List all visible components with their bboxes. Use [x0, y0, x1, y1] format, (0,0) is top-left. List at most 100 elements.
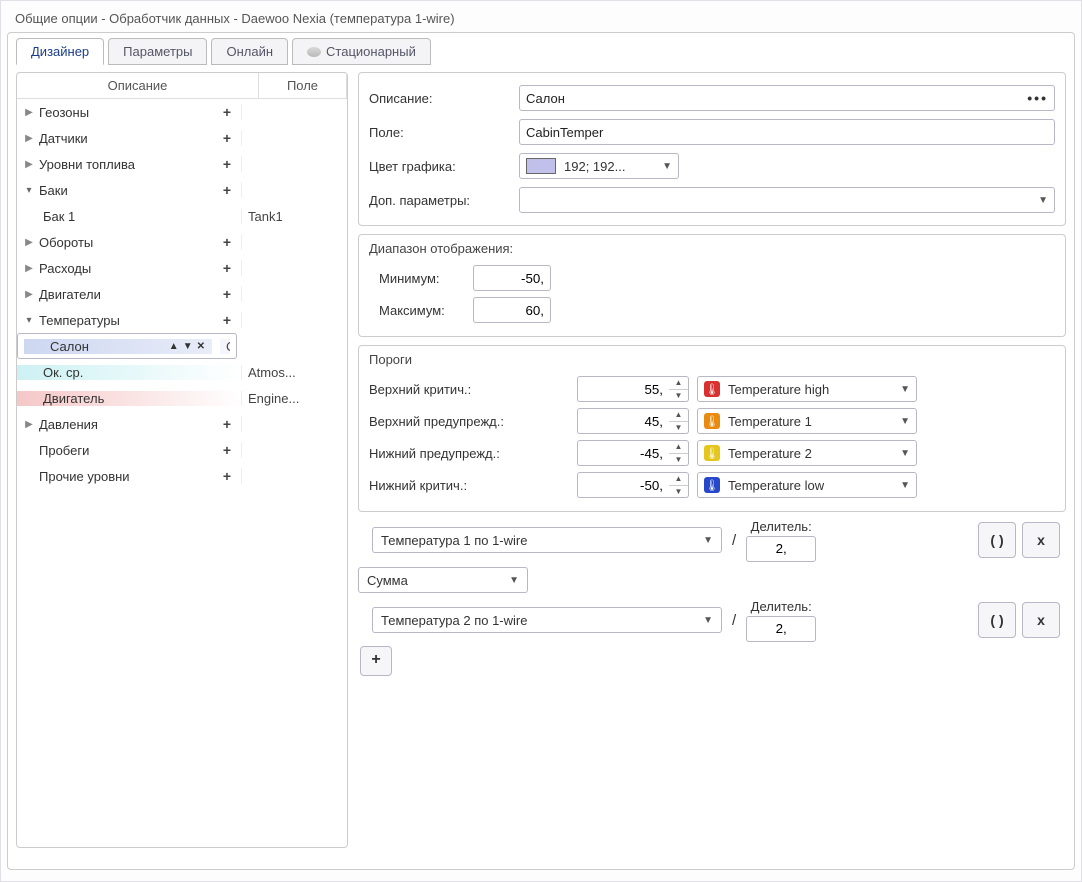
col-header-description[interactable]: Описание	[17, 73, 259, 98]
tree-salon[interactable]: Салон	[50, 339, 89, 354]
tree-pressure[interactable]: Давления	[39, 417, 98, 432]
tree-cons[interactable]: Расходы	[39, 261, 91, 276]
add-icon[interactable]: +	[223, 312, 231, 328]
upper-crit-select[interactable]: 🌡Temperature high▼	[697, 376, 917, 402]
move-down-icon[interactable]: ▼	[183, 341, 193, 352]
tree-fuellevels[interactable]: Уровни топлива	[39, 157, 135, 172]
label-description: Описание:	[369, 91, 519, 106]
expand-icon[interactable]: ▶	[23, 419, 35, 430]
divider1-input[interactable]	[746, 536, 816, 562]
label-chart-color: Цвет графика:	[369, 159, 519, 174]
aggregation-dropdown[interactable]: Сумма▼	[358, 567, 528, 593]
add-icon[interactable]: +	[223, 442, 231, 458]
tree-engine-field: Engine...	[242, 391, 347, 406]
tree-sensors[interactable]: Датчики	[39, 131, 88, 146]
tree-salon-field: CabinT...	[220, 339, 230, 354]
description-input[interactable]: Салон•••	[519, 85, 1055, 111]
add-icon[interactable]: +	[223, 104, 231, 120]
tree-other[interactable]: Прочие уровни	[39, 469, 130, 484]
lower-warn-value[interactable]	[577, 440, 669, 466]
add-formula-button[interactable]: +	[360, 646, 392, 676]
add-icon[interactable]: +	[223, 182, 231, 198]
tree-ambient[interactable]: Ок. ср.	[43, 365, 83, 380]
tab-designer[interactable]: Дизайнер	[16, 38, 104, 65]
remove-button[interactable]: x	[1022, 602, 1060, 638]
chevron-down-icon: ▼	[900, 480, 910, 491]
expand-icon[interactable]: ▶	[23, 133, 35, 144]
chevron-down-icon: ▼	[900, 416, 910, 427]
spin-down-icon[interactable]: ▼	[669, 422, 688, 434]
add-icon[interactable]: +	[223, 130, 231, 146]
upper-crit-value[interactable]	[577, 376, 669, 402]
collapse-icon[interactable]: ▾	[23, 185, 35, 196]
upper-warn-select-text: Temperature 1	[728, 414, 812, 429]
lower-warn-select[interactable]: 🌡Temperature 2▼	[697, 440, 917, 466]
spin-down-icon[interactable]: ▼	[669, 454, 688, 466]
tree-temps[interactable]: Температуры	[39, 313, 120, 328]
tree-rpm[interactable]: Обороты	[39, 235, 93, 250]
expand-icon[interactable]: ▶	[23, 237, 35, 248]
tree-geozones[interactable]: Геозоны	[39, 105, 89, 120]
ellipsis-button[interactable]: •••	[1027, 90, 1048, 106]
add-icon[interactable]: +	[223, 286, 231, 302]
add-icon[interactable]: +	[223, 468, 231, 484]
addparams-dropdown[interactable]: ▼	[519, 187, 1055, 213]
spin-up-icon[interactable]: ▲	[669, 377, 688, 390]
tabs: Дизайнер Параметры Онлайн Стационарный	[16, 38, 1066, 65]
divider-label: Делитель:	[751, 599, 812, 614]
collapse-icon[interactable]: ▾	[23, 315, 35, 326]
add-icon[interactable]: +	[223, 156, 231, 172]
add-icon[interactable]: +	[223, 260, 231, 276]
paren-button[interactable]: ( )	[978, 522, 1016, 558]
delete-icon[interactable]: ✕	[197, 341, 205, 352]
tree-ambient-field: Atmos...	[242, 365, 347, 380]
spin-down-icon[interactable]: ▼	[669, 390, 688, 402]
move-up-icon[interactable]: ▲	[169, 341, 179, 352]
max-input[interactable]	[473, 297, 551, 323]
formula-source1-dropdown[interactable]: Температура 1 по 1-wire▼	[372, 527, 722, 553]
tab-stationary[interactable]: Стационарный	[292, 38, 431, 65]
tree-mileage[interactable]: Пробеги	[39, 443, 89, 458]
expand-icon[interactable]: ▶	[23, 107, 35, 118]
spin-up-icon[interactable]: ▲	[669, 409, 688, 422]
add-icon[interactable]: +	[223, 416, 231, 432]
tree-tank1-field: Tank1	[242, 209, 347, 224]
label-upper-warn: Верхний предупрежд.:	[369, 414, 569, 429]
paren-button[interactable]: ( )	[978, 602, 1016, 638]
tree-engines[interactable]: Двигатели	[39, 287, 101, 302]
label-addparams: Доп. параметры:	[369, 193, 519, 208]
tree-tank1[interactable]: Бак 1	[43, 209, 75, 224]
divide-symbol: /	[732, 612, 736, 629]
tab-online[interactable]: Онлайн	[211, 38, 288, 65]
lower-crit-value[interactable]	[577, 472, 669, 498]
expand-icon[interactable]: ▶	[23, 263, 35, 274]
expand-icon[interactable]: ▶	[23, 159, 35, 170]
min-input[interactable]	[473, 265, 551, 291]
col-header-field[interactable]: Поле	[259, 73, 347, 98]
lower-crit-spinner[interactable]: ▲▼	[577, 472, 689, 498]
formula-source2-dropdown[interactable]: Температура 2 по 1-wire▼	[372, 607, 722, 633]
tree-tanks[interactable]: Баки	[39, 183, 68, 198]
remove-button[interactable]: x	[1022, 522, 1060, 558]
chevron-down-icon: ▼	[900, 448, 910, 459]
tab-params[interactable]: Параметры	[108, 38, 207, 65]
spin-up-icon[interactable]: ▲	[669, 441, 688, 454]
formula-source2-text: Температура 2 по 1-wire	[381, 613, 527, 628]
lower-warn-spinner[interactable]: ▲▼	[577, 440, 689, 466]
content-sheet: Дизайнер Параметры Онлайн Стационарный О…	[7, 32, 1075, 870]
divider2-input[interactable]	[746, 616, 816, 642]
upper-crit-spinner[interactable]: ▲▼	[577, 376, 689, 402]
chevron-down-icon: ▼	[662, 161, 672, 172]
upper-warn-spinner[interactable]: ▲▼	[577, 408, 689, 434]
formula-area: Температура 1 по 1-wire▼ / Делитель: ( )…	[358, 520, 1066, 676]
spin-down-icon[interactable]: ▼	[669, 486, 688, 498]
lower-crit-select[interactable]: 🌡Temperature low▼	[697, 472, 917, 498]
expand-icon[interactable]: ▶	[23, 289, 35, 300]
tree-engine-temp[interactable]: Двигатель	[43, 391, 104, 406]
spin-up-icon[interactable]: ▲	[669, 473, 688, 486]
upper-warn-select[interactable]: 🌡Temperature 1▼	[697, 408, 917, 434]
upper-warn-value[interactable]	[577, 408, 669, 434]
chart-color-dropdown[interactable]: 192; 192...▼	[519, 153, 679, 179]
field-input[interactable]: CabinTemper	[519, 119, 1055, 145]
add-icon[interactable]: +	[223, 234, 231, 250]
